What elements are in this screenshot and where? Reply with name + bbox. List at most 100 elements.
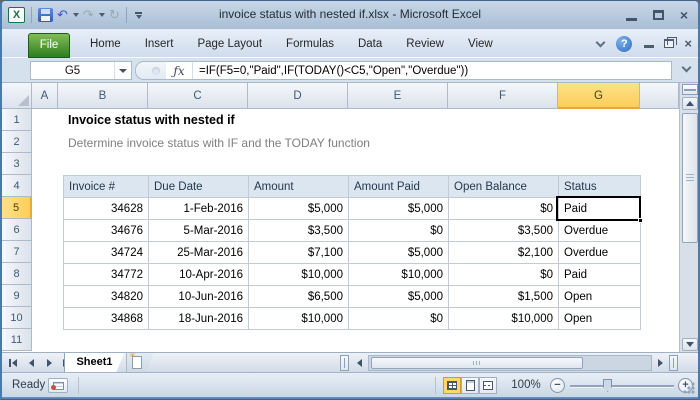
vertical-scroll-thumb[interactable] (682, 113, 698, 243)
table-cell[interactable]: 5-Mar-2016 (149, 220, 249, 242)
sheet-subtitle-cell[interactable]: Determine invoice status with IF and the… (68, 136, 370, 150)
table-cell[interactable]: $5,000 (349, 242, 449, 264)
tab-insert[interactable]: Insert (133, 31, 186, 58)
row-header-9[interactable]: 9 (2, 285, 32, 307)
scroll-down-button[interactable] (682, 338, 698, 351)
zoom-out-button[interactable]: − (550, 378, 565, 393)
row-header-5[interactable]: 5 (2, 197, 32, 219)
table-cell[interactable]: 34820 (64, 286, 149, 308)
table-cell[interactable]: $10,000 (249, 264, 349, 286)
column-header-C[interactable]: C (148, 83, 248, 109)
table-cell[interactable]: Open (559, 308, 641, 330)
table-cell[interactable]: 10-Apr-2016 (149, 264, 249, 286)
page-break-view-button[interactable] (479, 377, 497, 394)
tab-page-layout[interactable]: Page Layout (185, 31, 274, 58)
horizontal-split-box[interactable] (669, 355, 678, 371)
undo-icon[interactable]: ↶ (57, 8, 68, 22)
workbook-restore-button[interactable] (664, 39, 674, 48)
insert-function-icon[interactable]: ƒx (166, 64, 192, 78)
table-cell[interactable]: Open (559, 286, 641, 308)
table-cell[interactable]: $5,000 (349, 286, 449, 308)
header-open-balance[interactable]: Open Balance (449, 176, 559, 198)
expand-formula-bar-icon[interactable] (682, 63, 692, 73)
redo-icon[interactable]: ↷ (83, 8, 94, 22)
row-header-4[interactable]: 4 (2, 175, 32, 197)
page-layout-view-button[interactable] (461, 377, 479, 394)
help-icon[interactable]: ? (616, 36, 632, 52)
tab-split-handle[interactable] (340, 355, 349, 371)
header-amount-paid[interactable]: Amount Paid (349, 176, 449, 198)
table-cell[interactable]: 34772 (64, 264, 149, 286)
scroll-right-button[interactable] (653, 356, 667, 370)
table-cell[interactable]: $5,000 (249, 198, 349, 220)
save-icon[interactable] (38, 8, 53, 22)
table-cell[interactable]: $0 (449, 264, 559, 286)
horizontal-scroll-thumb[interactable] (371, 357, 583, 369)
tab-review[interactable]: Review (394, 31, 456, 58)
formula-bar[interactable]: ƒx =IF(F5=0,"Paid",IF(TODAY()<C5,"Open",… (135, 61, 672, 80)
row-header-1[interactable]: 1 (2, 109, 32, 131)
window-close-button[interactable]: × (680, 8, 688, 22)
row-header-10[interactable]: 10 (2, 307, 32, 329)
header-amount[interactable]: Amount (249, 176, 349, 198)
header-invoice[interactable]: Invoice # (64, 176, 149, 198)
row-header-2[interactable]: 2 (2, 131, 32, 153)
horizontal-scrollbar[interactable] (368, 355, 652, 371)
table-cell[interactable]: 34868 (64, 308, 149, 330)
table-cell[interactable]: $5,000 (349, 198, 449, 220)
table-cell[interactable]: $10,000 (349, 264, 449, 286)
table-cell[interactable]: 34724 (64, 242, 149, 264)
scroll-up-button[interactable] (682, 97, 698, 110)
row-header-3[interactable]: 3 (2, 153, 32, 175)
first-sheet-button[interactable] (6, 355, 20, 370)
tab-home[interactable]: Home (78, 31, 133, 58)
table-cell[interactable]: 1-Feb-2016 (149, 198, 249, 220)
sheet-title-cell[interactable]: Invoice status with nested if (68, 113, 235, 127)
zoom-level[interactable]: 100% (507, 373, 545, 398)
normal-view-button[interactable] (443, 377, 461, 394)
table-cell[interactable]: $10,000 (449, 308, 559, 330)
table-cell[interactable]: 34676 (64, 220, 149, 242)
select-all-corner[interactable] (2, 83, 32, 109)
column-header-blank[interactable] (640, 83, 679, 109)
undo-dropdown-icon[interactable] (73, 13, 79, 17)
excel-logo-icon[interactable]: X (8, 7, 25, 23)
resize-grip[interactable] (683, 382, 695, 394)
name-box-dropdown-icon[interactable] (119, 69, 127, 73)
column-header-F[interactable]: F (448, 83, 558, 109)
tab-view[interactable]: View (456, 31, 505, 58)
sheet-tab-sheet1[interactable]: Sheet1 (64, 353, 124, 373)
previous-sheet-button[interactable] (24, 355, 38, 370)
insert-worksheet-button[interactable] (126, 353, 154, 373)
workbook-close-button[interactable]: × (684, 37, 692, 50)
table-cell[interactable]: Overdue (559, 242, 641, 264)
row-header-8[interactable]: 8 (2, 263, 32, 285)
table-cell[interactable]: 34628 (64, 198, 149, 220)
table-cell[interactable]: $1,500 (449, 286, 559, 308)
header-due-date[interactable]: Due Date (149, 176, 249, 198)
row-header-6[interactable]: 6 (2, 219, 32, 241)
window-minimize-button[interactable] (626, 18, 637, 21)
name-box[interactable]: G5 (30, 61, 132, 80)
zoom-slider-track[interactable] (570, 385, 674, 387)
table-cell[interactable]: $3,500 (249, 220, 349, 242)
header-status[interactable]: Status (559, 176, 641, 198)
vertical-scrollbar[interactable] (679, 83, 698, 352)
repeat-icon[interactable]: ↻ (109, 8, 120, 22)
workbook-minimize-button[interactable] (644, 45, 654, 48)
table-cell[interactable]: $0 (349, 308, 449, 330)
table-cell[interactable]: $6,500 (249, 286, 349, 308)
column-header-E[interactable]: E (348, 83, 448, 109)
row-header-7[interactable]: 7 (2, 241, 32, 263)
tab-data[interactable]: Data (346, 31, 394, 58)
column-header-A[interactable]: A (32, 83, 58, 109)
column-header-B[interactable]: B (58, 83, 148, 109)
window-restore-button[interactable] (653, 10, 664, 20)
column-header-G[interactable]: G (558, 83, 640, 109)
table-cell[interactable]: 10-Jun-2016 (149, 286, 249, 308)
table-cell[interactable]: $0 (349, 220, 449, 242)
table-cell[interactable]: Overdue (559, 220, 641, 242)
column-header-D[interactable]: D (248, 83, 348, 109)
formula-input[interactable]: =IF(F5=0,"Paid",IF(TODAY()<C5,"Open","Ov… (193, 65, 468, 77)
tab-formulas[interactable]: Formulas (274, 31, 346, 58)
